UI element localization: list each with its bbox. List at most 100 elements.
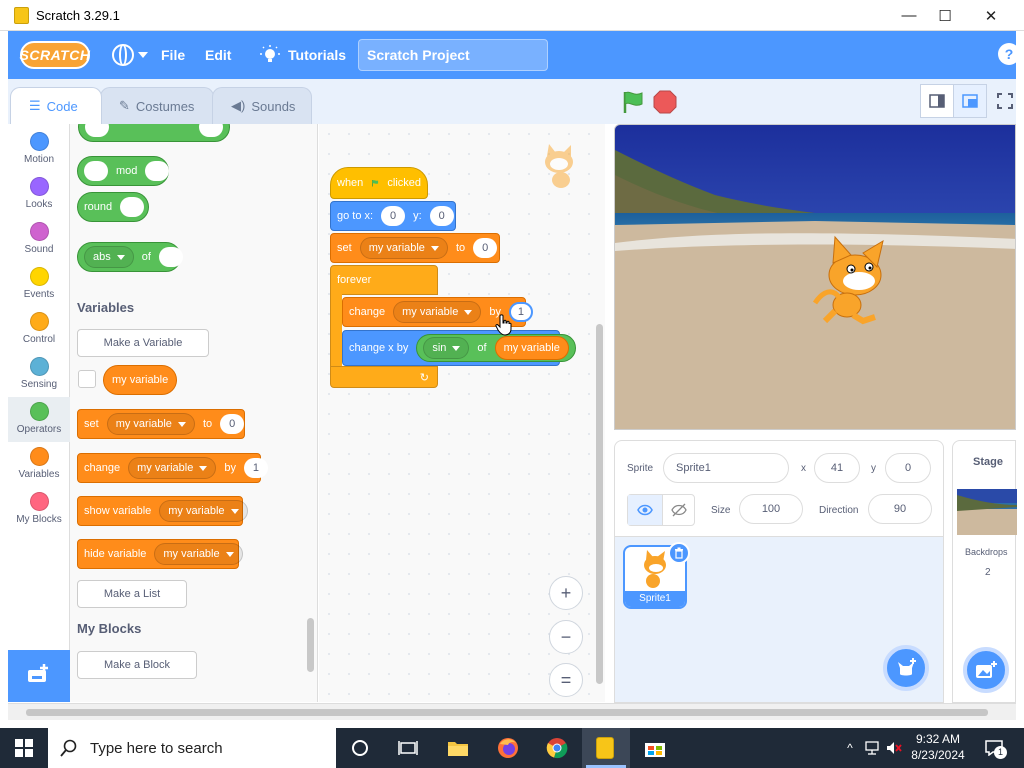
motion-dot-icon	[29, 132, 49, 151]
abs-dropdown[interactable]: abs	[84, 246, 134, 268]
delete-sprite-button[interactable]	[668, 542, 690, 564]
stage[interactable]	[614, 124, 1016, 430]
set-value-slot[interactable]: 0	[220, 414, 245, 434]
variable-dropdown[interactable]: my variable	[159, 500, 248, 522]
eye-icon	[637, 504, 653, 516]
block-forever[interactable]: forever ↻	[330, 265, 438, 389]
variable-monitor-checkbox[interactable]	[78, 370, 96, 388]
language-menu[interactable]	[112, 31, 148, 79]
variable-dropdown-label: my variable	[163, 548, 220, 560]
make-block-button[interactable]: Make a Block	[77, 651, 197, 679]
forever-bottom: ↻	[330, 366, 438, 388]
file-menu[interactable]: File	[161, 31, 185, 79]
block-mod[interactable]: mod	[77, 156, 170, 186]
script-scrollbar[interactable]	[596, 324, 603, 684]
script-area[interactable]: when clicked go to x: 0 y: 0 set my vari…	[319, 124, 605, 702]
category-variables[interactable]: Variables	[8, 442, 70, 487]
sprite-name-input[interactable]: Sprite1	[663, 453, 789, 483]
category-motion[interactable]: Motion	[8, 127, 70, 172]
edit-menu[interactable]: Edit	[205, 31, 231, 79]
network-icon[interactable]	[860, 736, 884, 760]
block-show-variable[interactable]: show variable my variable	[77, 496, 248, 526]
category-control[interactable]: Control	[8, 307, 70, 352]
file-explorer-button[interactable]	[446, 736, 470, 760]
zoom-in-button[interactable]: +	[549, 576, 583, 610]
block-when-flag-clicked[interactable]: when clicked	[330, 167, 428, 199]
block-go-to-xy[interactable]: go to x: 0 y: 0	[330, 201, 456, 231]
cortana-button[interactable]	[348, 736, 372, 760]
store-button[interactable]	[643, 736, 667, 760]
volume-muted-icon[interactable]	[882, 736, 906, 760]
zoom-out-button[interactable]: −	[549, 620, 583, 654]
variable-dropdown[interactable]: my variable	[128, 457, 217, 479]
category-events[interactable]: Events	[8, 262, 70, 307]
add-extension-button[interactable]	[8, 650, 70, 702]
sprite-y-input[interactable]: 0	[885, 453, 931, 483]
block-abs-of[interactable]: abs of	[77, 242, 183, 272]
sprite-x-input[interactable]: 41	[814, 453, 860, 483]
palette-scrollbar[interactable]	[307, 618, 314, 672]
tutorials-menu[interactable]: Tutorials	[260, 31, 346, 79]
scratch-taskbar-active[interactable]	[582, 728, 630, 768]
sprite-direction-input[interactable]: 90	[868, 494, 932, 524]
fullscreen-button[interactable]	[988, 84, 1022, 118]
show-hidden-icons-button[interactable]: ^	[838, 736, 862, 760]
x-value-slot[interactable]: 0	[381, 206, 406, 226]
make-variable-button[interactable]: Make a Variable	[77, 329, 209, 357]
sprite-size-input[interactable]: 100	[739, 494, 803, 524]
sound-dot-icon	[29, 222, 49, 241]
maximize-button[interactable]: ☐	[922, 0, 968, 31]
block-change-variable[interactable]: change my variable by 1	[77, 453, 268, 483]
green-flag-icon[interactable]	[620, 89, 646, 115]
block-set-variable[interactable]: set my variable to 0	[77, 409, 245, 439]
start-button[interactable]	[12, 736, 36, 760]
block-sin-of[interactable]: sin of my variable	[416, 334, 576, 362]
hide-sprite-button[interactable]	[662, 495, 695, 525]
stop-icon[interactable]	[652, 89, 678, 115]
zoom-reset-button[interactable]: =	[549, 663, 583, 697]
project-title-input[interactable]: Scratch Project	[358, 39, 548, 71]
notification-center-button[interactable]: 1	[982, 736, 1007, 760]
stage-panel[interactable]: Stage Backdrops 2	[952, 440, 1017, 703]
variable-dropdown[interactable]: my variable	[359, 237, 448, 259]
task-view-button[interactable]	[396, 736, 420, 760]
normal-stage-button[interactable]	[953, 84, 987, 118]
firefox-button[interactable]	[496, 736, 520, 760]
taskbar-search[interactable]: Type here to search	[48, 728, 336, 768]
make-list-button[interactable]: Make a List	[77, 580, 187, 608]
taskbar-clock[interactable]: 9:32 AM 8/23/2024	[906, 731, 970, 763]
chrome-button[interactable]	[545, 736, 569, 760]
choose-backdrop-button[interactable]	[963, 647, 1009, 693]
small-stage-button[interactable]	[920, 84, 954, 118]
category-sound[interactable]: Sound	[8, 217, 70, 262]
tab-code[interactable]: ☰ Code	[10, 87, 102, 124]
variable-dropdown[interactable]: my variable	[393, 301, 482, 323]
help-icon[interactable]: ?	[998, 43, 1020, 65]
category-operators[interactable]: Operators	[8, 397, 70, 442]
block-round[interactable]: round	[77, 192, 149, 222]
horizontal-scrollbar[interactable]	[8, 703, 1016, 720]
block-operator-partial[interactable]	[78, 124, 230, 142]
tab-sounds[interactable]: ◀) Sounds	[212, 87, 312, 124]
y-value-slot[interactable]: 0	[429, 206, 454, 226]
block-my-variable-reporter[interactable]: my variable	[103, 365, 178, 395]
variable-dropdown[interactable]: my variable	[106, 413, 195, 435]
scrollbar-thumb[interactable]	[26, 709, 988, 716]
variable-dropdown[interactable]: my variable	[154, 543, 243, 565]
set-value-slot[interactable]: 0	[473, 238, 498, 258]
choose-sprite-button[interactable]	[883, 645, 929, 691]
tab-costumes[interactable]: ✎ Costumes	[100, 87, 214, 124]
block-change-x-by[interactable]: change x by sin of my variable	[342, 330, 576, 366]
category-my-blocks[interactable]: My Blocks	[8, 487, 70, 532]
scratch-logo[interactable]: SCRATCH	[20, 41, 90, 69]
change-value-slot[interactable]: 1	[243, 458, 268, 478]
category-looks[interactable]: Looks	[8, 172, 70, 217]
sin-dropdown[interactable]: sin	[423, 337, 470, 359]
block-set-variable-script[interactable]: set my variable to 0	[330, 233, 500, 263]
block-hide-variable[interactable]: hide variable my variable	[77, 539, 243, 569]
close-button[interactable]: ✕	[968, 0, 1014, 31]
category-sensing[interactable]: Sensing	[8, 352, 70, 397]
show-sprite-button[interactable]	[628, 495, 662, 525]
my-variable-reporter[interactable]: my variable	[494, 336, 569, 360]
windows-taskbar: Type here to search ^ 9:32 AM 8/23/2024 …	[0, 728, 1024, 768]
